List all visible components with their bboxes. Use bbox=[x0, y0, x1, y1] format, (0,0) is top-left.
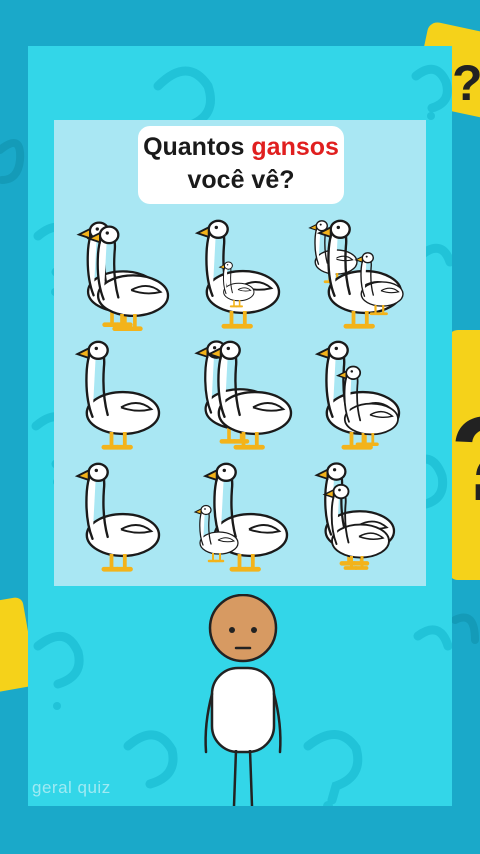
question-mark-icon: ? bbox=[452, 55, 480, 111]
goose-cell-9 bbox=[300, 459, 420, 582]
question-mark-icon: ? bbox=[450, 392, 480, 526]
sticky-note-right: ? bbox=[448, 330, 480, 580]
goose-cell-8 bbox=[180, 459, 300, 582]
goose-icon bbox=[319, 221, 401, 326]
goose-icon bbox=[89, 227, 168, 329]
goose-cell-2 bbox=[180, 212, 300, 335]
goose-icon bbox=[197, 221, 279, 326]
goose-cell-7 bbox=[60, 459, 180, 582]
goose-cell-6 bbox=[300, 335, 420, 458]
question-line-2: você vê? bbox=[187, 166, 295, 194]
person-icon bbox=[204, 594, 282, 806]
goose-grid bbox=[60, 212, 420, 582]
question-highlight: gansos bbox=[251, 133, 339, 161]
goose-cell-1 bbox=[60, 212, 180, 335]
question-line-1: Quantos gansos bbox=[138, 131, 344, 164]
goose-icon bbox=[77, 342, 159, 447]
question-card: Quantos gansos você vê? bbox=[138, 126, 344, 204]
goose-cell-3 bbox=[300, 212, 420, 335]
question-text: Quantos bbox=[143, 133, 252, 161]
goose-icon bbox=[77, 463, 159, 568]
goose-cell-5 bbox=[180, 335, 300, 458]
watermark: geral quiz bbox=[32, 778, 111, 797]
puzzle-panel: Quantos gansos você vê? bbox=[54, 120, 426, 586]
goose-icon bbox=[209, 342, 291, 447]
quiz-frame: Quantos gansos você vê? geral quiz bbox=[28, 46, 452, 806]
goose-cell-4 bbox=[60, 335, 180, 458]
